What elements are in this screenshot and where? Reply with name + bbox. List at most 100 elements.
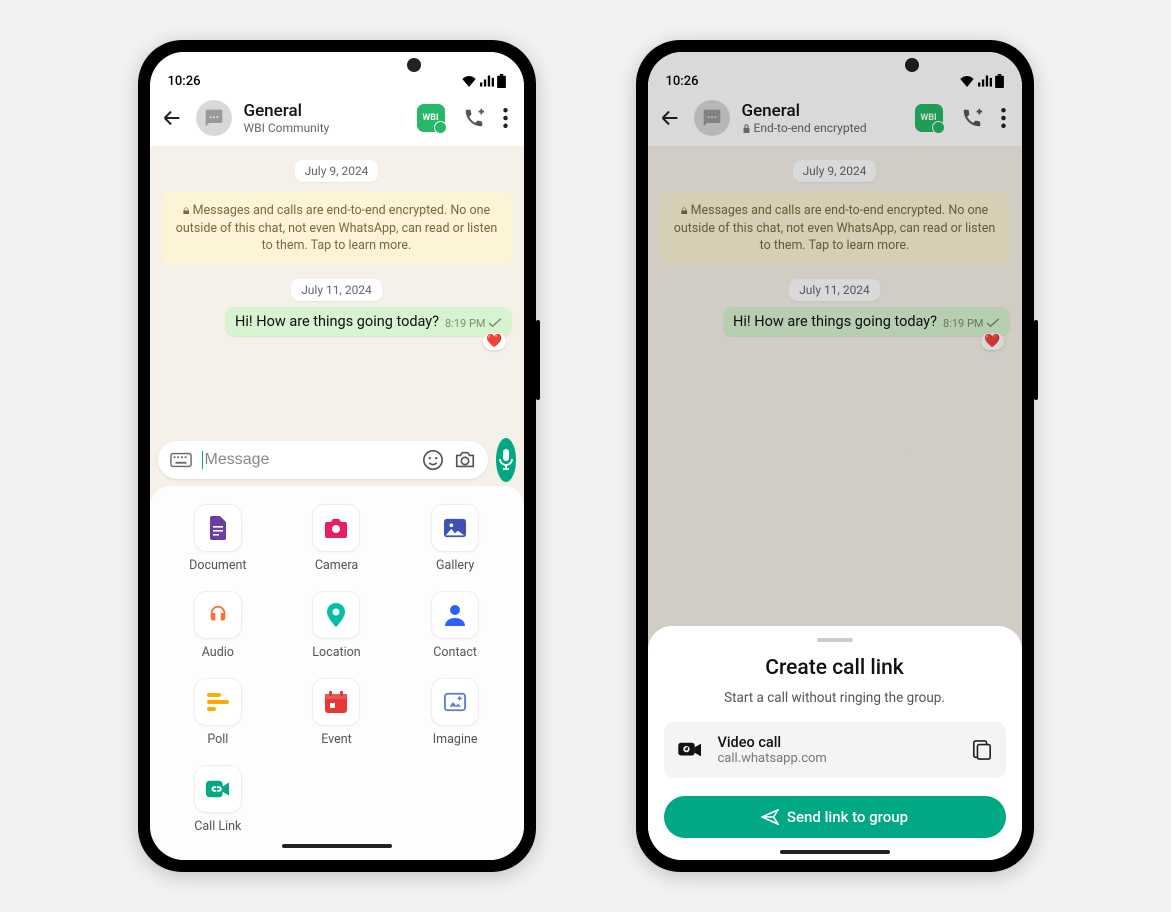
calllink-icon bbox=[194, 765, 242, 813]
call-url-label: call.whatsapp.com bbox=[718, 751, 958, 766]
date-divider-1: July 9, 2024 bbox=[793, 160, 877, 182]
chat-title-block[interactable]: General WBI Community bbox=[244, 101, 405, 135]
wifi-icon bbox=[461, 75, 477, 87]
check-icon bbox=[488, 318, 502, 328]
date-divider-1: July 9, 2024 bbox=[295, 160, 379, 182]
call-link-row[interactable]: Video call call.whatsapp.com bbox=[664, 722, 1006, 778]
call-add-icon[interactable] bbox=[961, 107, 983, 129]
chat-subtitle: WBI Community bbox=[244, 121, 405, 135]
more-menu-icon[interactable] bbox=[1001, 108, 1006, 128]
group-avatar[interactable] bbox=[196, 100, 232, 136]
message-input-pill[interactable] bbox=[158, 441, 488, 479]
screen-left: 10:26 General WBI Community WBI bbox=[150, 52, 524, 860]
call-type-label: Video call bbox=[718, 734, 958, 751]
location-icon bbox=[312, 591, 360, 639]
send-link-button[interactable]: Send link to group bbox=[664, 796, 1006, 838]
status-bar: 10:26 bbox=[150, 52, 524, 92]
message-meta: 8:19 PM bbox=[445, 317, 501, 330]
heart-reaction[interactable]: ❤️ bbox=[981, 333, 1003, 350]
call-add-icon[interactable] bbox=[463, 107, 485, 129]
date-divider-2: July 11, 2024 bbox=[291, 279, 382, 301]
poll-icon bbox=[194, 678, 242, 726]
call-link-sheet: Create call link Start a call without ri… bbox=[648, 626, 1022, 860]
battery-icon bbox=[995, 74, 1004, 88]
contact-icon bbox=[431, 591, 479, 639]
encryption-banner[interactable]: 🔒︎ Messages and calls are end-to-end enc… bbox=[162, 192, 512, 265]
chat-body[interactable]: July 9, 2024 🔒︎ Messages and calls are e… bbox=[648, 146, 1022, 655]
event-icon bbox=[312, 678, 360, 726]
attach-label: Imagine bbox=[433, 732, 478, 747]
attach-poll[interactable]: Poll bbox=[194, 678, 242, 747]
message-input-row bbox=[150, 434, 524, 486]
attach-audio[interactable]: Audio bbox=[194, 591, 242, 660]
chat-name: General bbox=[244, 101, 405, 121]
attach-label: Document bbox=[189, 558, 246, 573]
power-button[interactable] bbox=[536, 320, 540, 400]
signal-icon bbox=[978, 75, 992, 87]
attach-camera[interactable]: Camera bbox=[312, 504, 360, 573]
chat-header: General End-to-end encrypted WBI bbox=[648, 92, 1022, 146]
wifi-icon bbox=[959, 75, 975, 87]
call-sheet-title: Create call link bbox=[664, 656, 1006, 680]
status-icons bbox=[959, 74, 1004, 88]
mic-button[interactable] bbox=[496, 438, 516, 482]
attach-label: Location bbox=[312, 645, 360, 660]
attach-label: Audio bbox=[202, 645, 234, 660]
attach-label: Contact bbox=[433, 645, 477, 660]
lock-icon bbox=[742, 123, 751, 134]
attach-label: Gallery bbox=[436, 558, 474, 573]
attach-gallery[interactable]: Gallery bbox=[431, 504, 479, 573]
heart-reaction[interactable]: ❤️ bbox=[483, 333, 505, 350]
attach-label: Camera bbox=[315, 558, 358, 573]
gallery-icon bbox=[431, 504, 479, 552]
power-button[interactable] bbox=[1034, 320, 1038, 400]
emoji-icon[interactable] bbox=[422, 449, 444, 471]
attach-doc[interactable]: Document bbox=[189, 504, 246, 573]
back-button[interactable] bbox=[160, 106, 184, 130]
more-menu-icon[interactable] bbox=[503, 108, 508, 128]
video-link-icon bbox=[678, 740, 704, 760]
back-button[interactable] bbox=[658, 106, 682, 130]
attach-contact[interactable]: Contact bbox=[431, 591, 479, 660]
status-time: 10:26 bbox=[168, 74, 201, 89]
status-icons bbox=[461, 74, 506, 88]
signal-icon bbox=[480, 75, 494, 87]
community-badge-icon[interactable]: WBI bbox=[915, 104, 943, 132]
attachment-sheet: Document Camera Gallery Audio Location C… bbox=[150, 486, 524, 860]
chat-header: General WBI Community WBI bbox=[150, 92, 524, 146]
attach-imagine[interactable]: Imagine bbox=[431, 678, 479, 747]
message-meta: 8:19 PM bbox=[943, 317, 999, 330]
audio-icon bbox=[194, 591, 242, 639]
community-badge-icon[interactable]: WBI bbox=[417, 104, 445, 132]
group-avatar[interactable] bbox=[694, 100, 730, 136]
battery-icon bbox=[497, 74, 506, 88]
call-sheet-subtitle: Start a call without ringing the group. bbox=[664, 690, 1006, 706]
attach-location[interactable]: Location bbox=[312, 591, 360, 660]
chat-title-block[interactable]: General End-to-end encrypted bbox=[742, 101, 903, 135]
status-time: 10:26 bbox=[666, 74, 699, 89]
attach-label: Call Link bbox=[194, 819, 241, 834]
encryption-banner[interactable]: 🔒︎ Messages and calls are end-to-end enc… bbox=[660, 192, 1010, 265]
nav-indicator bbox=[282, 844, 392, 848]
attach-label: Poll bbox=[207, 732, 228, 747]
keyboard-icon[interactable] bbox=[170, 452, 192, 468]
attach-calllink[interactable]: Call Link bbox=[194, 765, 242, 834]
chat-name: General bbox=[742, 101, 903, 121]
date-divider-2: July 11, 2024 bbox=[789, 279, 880, 301]
outgoing-message[interactable]: Hi! How are things going today? 8:19 PM … bbox=[225, 307, 511, 336]
message-text: Hi! How are things going today? bbox=[733, 313, 937, 330]
sheet-handle[interactable] bbox=[817, 638, 853, 642]
imagine-icon bbox=[431, 678, 479, 726]
message-text: Hi! How are things going today? bbox=[235, 313, 439, 330]
attach-event[interactable]: Event bbox=[312, 678, 360, 747]
phone-left: 10:26 General WBI Community WBI bbox=[138, 40, 536, 872]
camera-icon bbox=[312, 504, 360, 552]
screen-right: 10:26 General End-to-end encrypted bbox=[648, 52, 1022, 860]
message-input[interactable] bbox=[202, 451, 412, 469]
camera-icon[interactable] bbox=[454, 450, 476, 470]
doc-icon bbox=[194, 504, 242, 552]
copy-icon[interactable] bbox=[972, 739, 992, 761]
chat-body[interactable]: July 9, 2024 🔒︎ Messages and calls are e… bbox=[150, 146, 524, 434]
outgoing-message[interactable]: Hi! How are things going today? 8:19 PM … bbox=[723, 307, 1009, 336]
send-icon bbox=[761, 809, 779, 825]
